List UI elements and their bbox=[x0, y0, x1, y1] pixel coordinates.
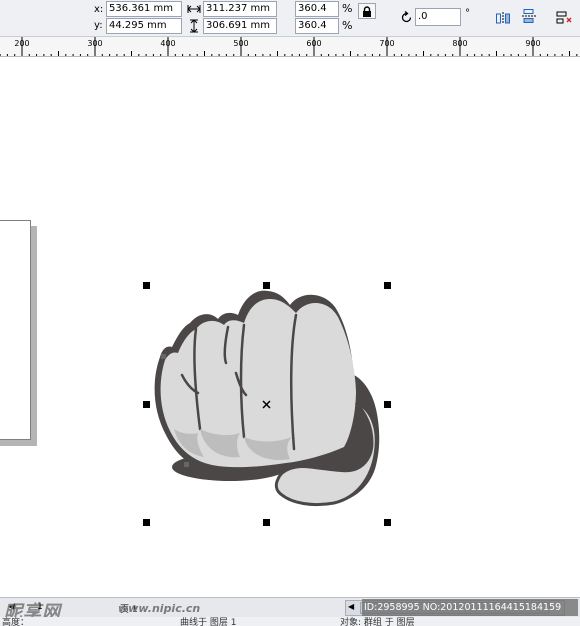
ruler-label: 800 bbox=[452, 39, 468, 48]
mirror-horizontal-icon[interactable] bbox=[494, 9, 512, 27]
width-arrows-icon bbox=[185, 0, 203, 18]
handle-top-center[interactable] bbox=[263, 282, 270, 289]
handle-middle-left[interactable] bbox=[143, 401, 150, 408]
page-number: 1 bbox=[37, 602, 43, 612]
handle-top-right[interactable] bbox=[384, 282, 391, 289]
ruler-label: 600 bbox=[306, 39, 322, 48]
y-label: y: bbox=[94, 20, 103, 31]
ruler-label: 200 bbox=[14, 39, 30, 48]
percent-y-label: % bbox=[342, 19, 353, 32]
horizontal-ruler[interactable]: 200 300 400 500 600 700 800 900 bbox=[0, 37, 580, 57]
y-position-field[interactable]: 44.295 mm bbox=[106, 18, 182, 34]
handle-top-left[interactable] bbox=[143, 282, 150, 289]
drawing-canvas[interactable] bbox=[0, 57, 580, 597]
lock-ratio-icon[interactable] bbox=[358, 3, 376, 19]
ruler-label: 900 bbox=[525, 39, 541, 48]
x-label: x: bbox=[94, 4, 104, 15]
node-marker bbox=[184, 462, 189, 467]
watermark-url: www.nipic.cn bbox=[118, 602, 201, 615]
fist-illustration[interactable] bbox=[0, 57, 580, 597]
x-position-field[interactable]: 536.361 mm bbox=[106, 1, 182, 17]
mirror-vertical-icon[interactable] bbox=[520, 7, 538, 25]
center-mark-icon[interactable] bbox=[262, 400, 271, 409]
percent-x-label: % bbox=[342, 2, 353, 15]
ruler-label: 700 bbox=[379, 39, 395, 48]
scale-x-field[interactable]: 360.4 bbox=[295, 1, 339, 17]
scroll-left-icon[interactable]: ◀ bbox=[348, 602, 354, 611]
status-left-text: 高度： bbox=[2, 618, 30, 626]
ruler-label: 400 bbox=[160, 39, 176, 48]
height-field[interactable]: 306.691 mm bbox=[203, 18, 277, 34]
align-distribute-icon[interactable] bbox=[555, 9, 573, 27]
handle-bottom-left[interactable] bbox=[143, 519, 150, 526]
status-right-text: 对象: 群组 于 图层 bbox=[340, 618, 415, 626]
image-id-overlay: ID:2958995 NO:20120111164415184159 bbox=[362, 599, 578, 616]
rotate-icon bbox=[397, 8, 415, 26]
height-arrows-icon bbox=[185, 17, 203, 35]
status-mid-text: 曲线于 图层 1 bbox=[180, 618, 237, 626]
ruler-label: 300 bbox=[87, 39, 103, 48]
status-bar: 高度： 曲线于 图层 1 对象: 群组 于 图层 bbox=[0, 617, 580, 626]
width-field[interactable]: 311.237 mm bbox=[203, 1, 277, 17]
rotation-angle-field[interactable]: .0 bbox=[415, 8, 461, 26]
document-navigator-bar: ◀ 昵享网 1 页 1 www.nipic.cn ◀ ID:2958995 NO… bbox=[0, 597, 580, 623]
node-marker bbox=[161, 354, 166, 359]
ruler-label: 500 bbox=[233, 39, 249, 48]
property-bar: x: y: 536.361 mm 44.295 mm 311.237 mm 30… bbox=[0, 0, 580, 37]
handle-middle-right[interactable] bbox=[384, 401, 391, 408]
handle-bottom-right[interactable] bbox=[384, 519, 391, 526]
degree-symbol: ° bbox=[465, 8, 470, 19]
handle-bottom-center[interactable] bbox=[263, 519, 270, 526]
scale-y-field[interactable]: 360.4 bbox=[295, 18, 339, 34]
